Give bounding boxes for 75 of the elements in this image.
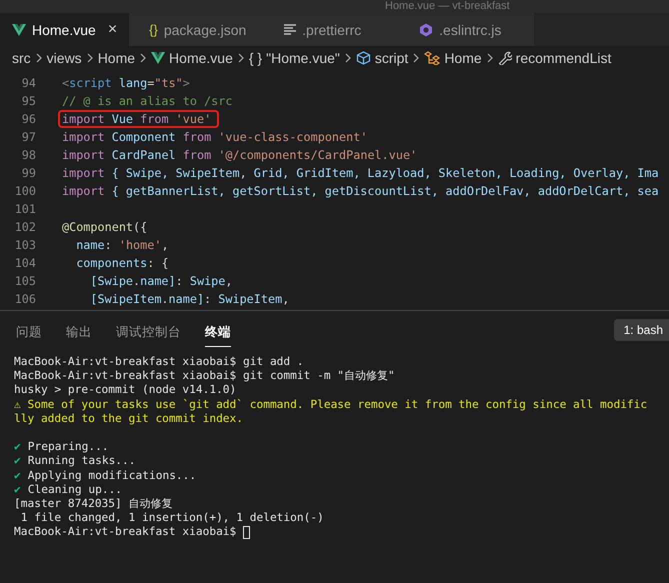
breadcrumb-item[interactable]: src (12, 50, 31, 66)
code-line: [Swipe.name]: Swipe, (89, 274, 232, 288)
chevron-icon (34, 53, 43, 63)
breadcrumb-item[interactable]: Home (98, 50, 136, 66)
check-icon: ✔ (14, 468, 21, 483)
terminal-line: Preparing... (28, 440, 109, 454)
panel-tab[interactable]: 调试控制台 (116, 316, 181, 346)
editor-tab[interactable]: .eslintrc.js (399, 13, 534, 46)
terminal-line: MacBook-Air:vt-breakfast xiaobai$ git commit -m "自动修复" (14, 369, 395, 384)
terminal-line: 1 file changed, 1 insertion(+), 1 deletion(-) (20, 511, 324, 526)
terminal-selector[interactable]: 1: bash (614, 319, 669, 341)
chevron-icon (86, 53, 94, 63)
chevron-icon (412, 53, 420, 63)
code-line: import CardPanel from '@/components/CardPanel.vue' (62, 148, 418, 162)
class-icon (424, 51, 440, 65)
line-number: 102 (14, 220, 37, 234)
chevron-icon (139, 53, 148, 63)
terminal-line: MacBook-Air:vt-breakfast xiaobai$ (14, 525, 238, 540)
check-icon: ✔ (14, 440, 21, 454)
breadcrumb-item[interactable]: Home (444, 50, 482, 66)
breadcrumb-item[interactable]: Home.vue (169, 50, 233, 66)
hexagon-icon (419, 22, 434, 36)
line-number: 100 (14, 184, 37, 198)
cube-icon (356, 51, 371, 65)
breadcrumb-item[interactable]: script (374, 50, 408, 66)
line-number: 98 (20, 148, 37, 162)
warning-line: lly added to the git commit index. (14, 412, 244, 426)
line-number: 99 (20, 166, 37, 180)
editor-tab[interactable]: {} package.json (129, 13, 264, 46)
braces-icon: {} (149, 22, 158, 37)
code-line: @Component({ (62, 220, 148, 234)
line-number: 106 (14, 292, 37, 306)
vue-logo-icon (12, 24, 26, 36)
panel-tab[interactable]: 问题 (16, 316, 42, 346)
vue-logo-icon (151, 52, 166, 64)
terminal-line: Applying modifications... (28, 468, 196, 483)
editor-tab[interactable]: .prettierrc (264, 13, 400, 46)
terminal-line: Running tasks... (28, 454, 136, 469)
breadcrumb-item[interactable]: "Home.vue" (266, 50, 340, 66)
line-number: 103 (14, 238, 37, 252)
check-icon: ✔ (14, 454, 21, 469)
code-line: name: 'home', (75, 238, 169, 252)
panel-tab[interactable]: 输出 (66, 316, 92, 346)
panel-tab[interactable]: 终端 (205, 316, 231, 346)
code-line: import { Swipe, SwipeItem, Grid, GridItem, Lazyload, Skeleton, Loading, Overlay, Ima (62, 166, 659, 180)
breadcrumb-item[interactable]: recommendList (516, 50, 612, 66)
chevron-icon (344, 53, 352, 63)
breadcrumb-item[interactable]: views (46, 50, 82, 66)
chevron-icon (486, 53, 494, 63)
wrench-icon (498, 51, 512, 65)
code-line: // @ is an alias to /src (62, 94, 232, 108)
terminal-line: MacBook-Air:vt-breakfast xiaobai$ git add . (14, 355, 304, 370)
window-title: Home.vue — vt-breakfast (385, 0, 511, 13)
check-icon: ✔ (14, 482, 21, 497)
terminal-line: husky > pre-commit (node v14.1.0) (14, 383, 236, 398)
close-icon[interactable]: × (108, 20, 118, 38)
line-number: 104 (14, 256, 37, 270)
line-number: 101 (14, 202, 37, 216)
terminal-line: Cleaning up... (28, 482, 122, 497)
code-line: components: { (75, 256, 169, 270)
code-line: import Component from 'vue-class-component' (62, 130, 368, 144)
code-line: import { getBannerList, getSortList, getDiscountList, addOrDelFav, addOrDelCart, sea (62, 184, 659, 198)
braces-icon: { } (248, 50, 262, 66)
line-number: 95 (20, 94, 37, 108)
editor-tab[interactable]: Home.vue × (0, 13, 130, 46)
line-number: 105 (14, 274, 37, 288)
code-line: [SwipeItem.name]: SwipeItem, (89, 292, 290, 306)
line-number: 97 (20, 130, 37, 144)
code-line: <script lang="ts"> (62, 76, 190, 90)
line-number: 96 (20, 112, 37, 126)
text-lines-icon (284, 24, 296, 35)
warning-line: ⚠ Some of your tasks use `git add` command. Please remove it from the config since all modific (14, 398, 648, 412)
chevron-icon (236, 53, 245, 63)
terminal-line: [master 8742035] 自动修复 (14, 496, 173, 512)
line-number: 94 (20, 76, 37, 90)
